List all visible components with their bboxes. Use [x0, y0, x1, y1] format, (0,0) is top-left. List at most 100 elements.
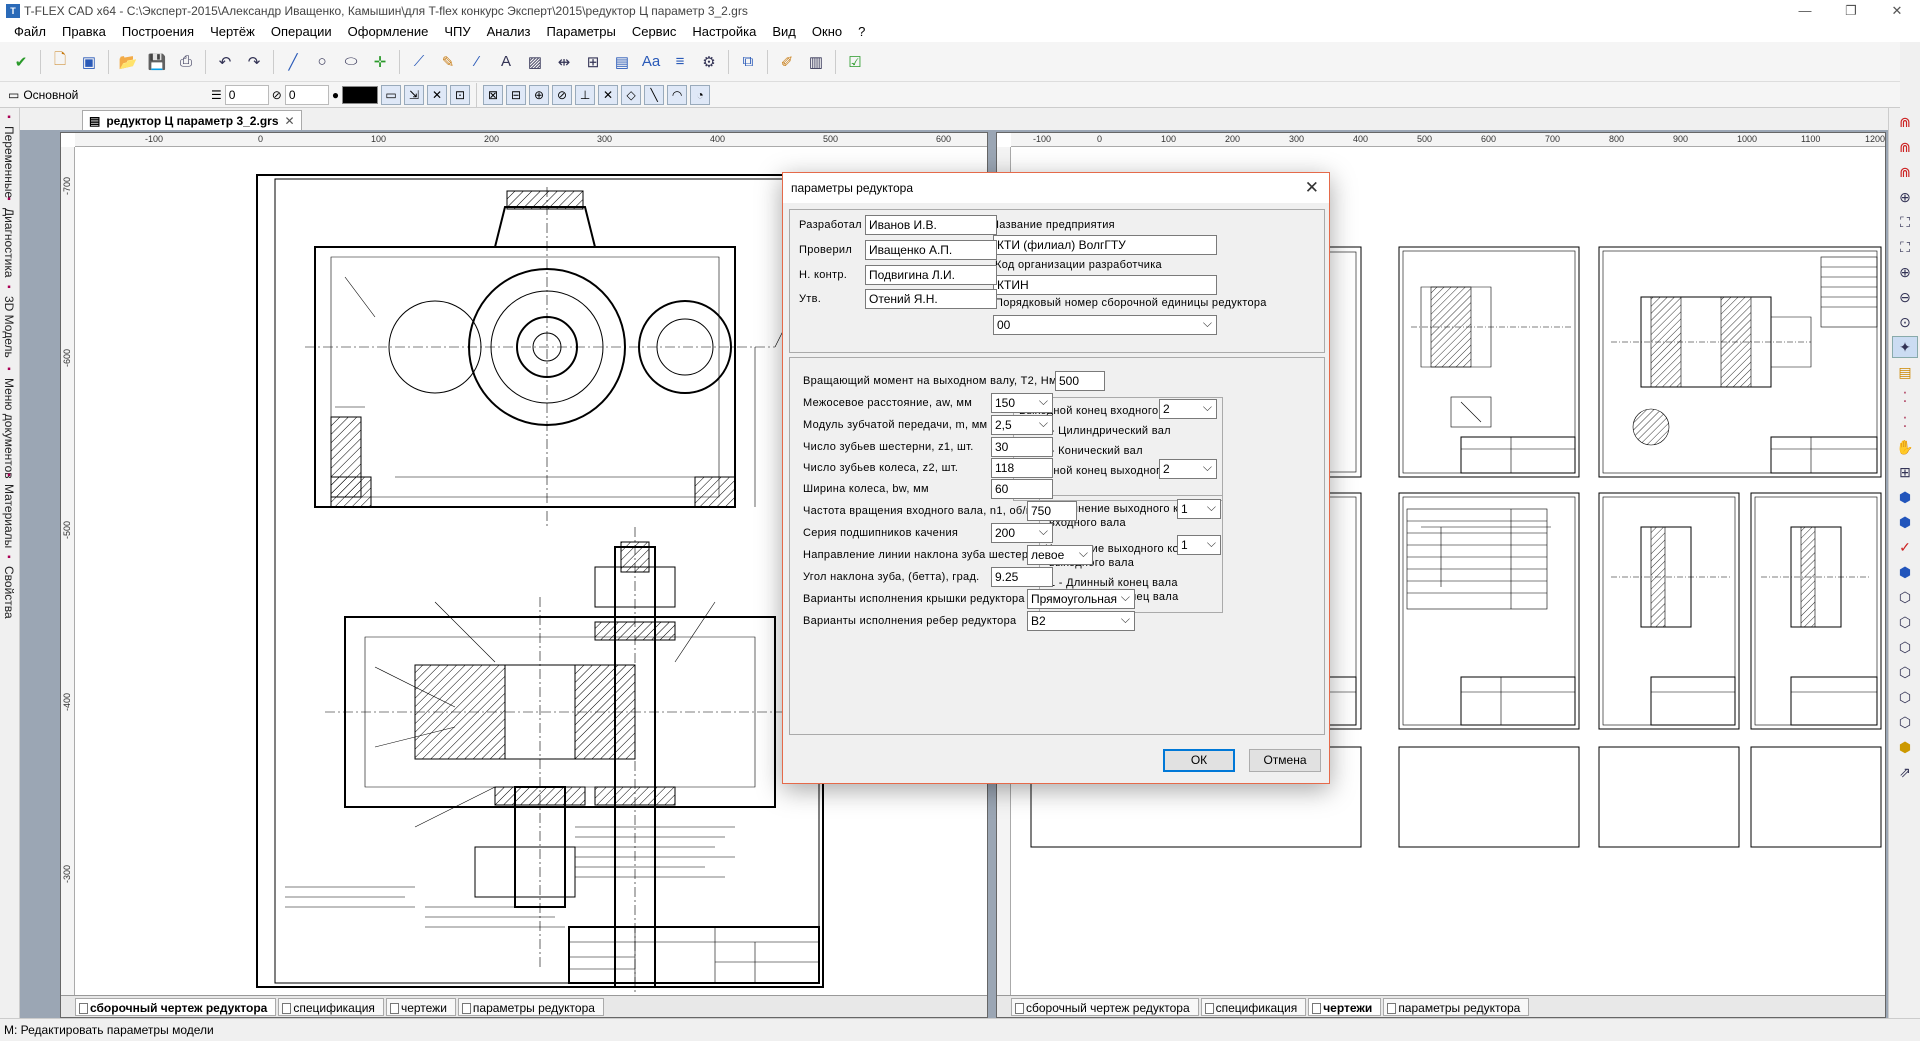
- menu-item[interactable]: Параметры: [539, 22, 624, 42]
- zoom-out-icon[interactable]: ⊖: [1892, 286, 1918, 308]
- grid-icon[interactable]: ⊞: [1892, 461, 1918, 483]
- view-icon[interactable]: ▭: [381, 84, 402, 105]
- magnet-icon[interactable]: ⋒: [1892, 111, 1918, 133]
- fit-icon[interactable]: ⊞: [580, 49, 606, 75]
- text-icon[interactable]: A: [493, 49, 519, 75]
- color-palette-icon[interactable]: ●: [332, 88, 339, 102]
- zoom-prev-icon[interactable]: ⊙: [1892, 311, 1918, 333]
- page-tab[interactable]: параметры редуктора: [457, 997, 604, 1016]
- dots-icon[interactable]: ⁚: [1892, 386, 1918, 408]
- dimension-icon[interactable]: ⇹: [551, 49, 577, 75]
- menu-item[interactable]: ?: [850, 22, 873, 42]
- variables-icon[interactable]: ≡: [667, 49, 693, 75]
- copy-icon[interactable]: ⧉: [735, 49, 761, 75]
- menu-item[interactable]: ЧПУ: [436, 22, 478, 42]
- open-folder-icon[interactable]: 📂: [115, 49, 141, 75]
- priority-field[interactable]: 0: [284, 84, 329, 105]
- check-icon[interactable]: ✓: [1892, 536, 1918, 558]
- snap-tangent-icon[interactable]: ⊘: [552, 84, 573, 105]
- hatch-icon[interactable]: ▨: [522, 49, 548, 75]
- cancel-button[interactable]: Отмена: [1249, 749, 1321, 772]
- snap-perp-icon[interactable]: ⊥: [575, 84, 596, 105]
- magnet-alt-icon[interactable]: ⋒: [1892, 161, 1918, 183]
- menu-item[interactable]: Вид: [764, 22, 804, 42]
- menu-item[interactable]: Построения: [114, 22, 202, 42]
- side-tab[interactable]: ▪ Меню документов: [2, 364, 16, 479]
- snap-intersect-icon[interactable]: ✕: [598, 84, 619, 105]
- input-shaft-end-select[interactable]: 2: [1159, 398, 1217, 419]
- parameter-field[interactable]: 750: [1027, 501, 1077, 521]
- parameter-field[interactable]: 118: [991, 458, 1053, 478]
- page-tab[interactable]: спецификация: [1200, 997, 1307, 1016]
- open-3d-icon[interactable]: ▣: [76, 49, 102, 75]
- snap-grid-icon[interactable]: ⊡: [450, 84, 471, 105]
- zoom-in-icon[interactable]: ⊕: [1892, 261, 1918, 283]
- close-icon[interactable]: ✕: [1305, 178, 1319, 198]
- org-code-field[interactable]: КТИН: [993, 275, 1217, 295]
- side-tab[interactable]: ▪ 3D Модель: [2, 282, 16, 358]
- signature-field[interactable]: Отений Я.Н.: [865, 289, 997, 309]
- menu-item[interactable]: Сервис: [624, 22, 685, 42]
- output-shaft-end-select[interactable]: 2: [1159, 458, 1217, 479]
- signature-field[interactable]: Иванов И.В.: [865, 215, 997, 235]
- view-iso-icon[interactable]: ⬡: [1892, 711, 1918, 733]
- export-icon[interactable]: ⇗: [1892, 761, 1918, 783]
- snap-icon[interactable]: ✕: [427, 84, 448, 105]
- table-icon[interactable]: ▤: [609, 49, 635, 75]
- output-shaft-exec-select[interactable]: 1: [1177, 534, 1221, 555]
- ellipse-icon[interactable]: ⬭: [338, 49, 364, 75]
- settings-icon[interactable]: ⚙: [696, 49, 722, 75]
- parameter-field[interactable]: 30: [991, 437, 1053, 457]
- close-tab-icon[interactable]: ✕: [285, 114, 295, 128]
- pan-icon[interactable]: ✋: [1892, 436, 1918, 458]
- snap-quadrant-icon[interactable]: ◔: [690, 84, 711, 105]
- menu-item[interactable]: Настройка: [684, 22, 764, 42]
- close-window-button[interactable]: ✕: [1874, 0, 1920, 22]
- document-tab[interactable]: ▤ редуктор Ц параметр 3_2.grs ✕: [82, 110, 302, 130]
- text-format-icon[interactable]: Aa: [638, 49, 664, 75]
- save-icon[interactable]: 💾: [144, 49, 170, 75]
- print-icon[interactable]: ⎙: [173, 49, 199, 75]
- page-tab[interactable]: сборочный чертеж редуктора: [1011, 997, 1199, 1016]
- pencil-icon[interactable]: ✎: [435, 49, 461, 75]
- page-tab[interactable]: сборочный чертеж редуктора: [75, 997, 277, 1016]
- snap-line-icon[interactable]: ╲: [644, 84, 665, 105]
- parameter-select[interactable]: B2: [1027, 610, 1135, 631]
- ok-button[interactable]: ОК: [1163, 749, 1235, 772]
- view-left-icon[interactable]: ⬡: [1892, 636, 1918, 658]
- menu-item[interactable]: Оформление: [340, 22, 437, 42]
- parameter-select[interactable]: 150: [991, 392, 1053, 413]
- snap-mid-icon[interactable]: ⊟: [506, 84, 527, 105]
- select-mode-icon[interactable]: ✦: [1892, 336, 1918, 358]
- menu-item[interactable]: Окно: [804, 22, 850, 42]
- parameter-select[interactable]: левое: [1027, 544, 1093, 565]
- view-back-icon[interactable]: ⬡: [1892, 686, 1918, 708]
- parameter-field[interactable]: 60: [991, 479, 1053, 499]
- sketch-icon[interactable]: ⟋: [406, 49, 432, 75]
- line-icon[interactable]: ╱: [280, 49, 306, 75]
- parameter-field[interactable]: 500: [1055, 371, 1105, 391]
- page-tab[interactable]: спецификация: [278, 997, 384, 1016]
- zoom-window-icon[interactable]: ⛶: [1892, 211, 1918, 233]
- side-tab[interactable]: ▪ Переменные: [2, 112, 16, 198]
- signature-field[interactable]: Иващенко А.П.: [865, 240, 997, 260]
- view-right-icon[interactable]: ⬡: [1892, 661, 1918, 683]
- parameter-field[interactable]: 9.25: [991, 567, 1053, 587]
- parameter-select[interactable]: Прямоугольная: [1027, 588, 1135, 609]
- confirm-icon[interactable]: ✔: [8, 49, 34, 75]
- page-tab[interactable]: чертежи: [1308, 997, 1382, 1016]
- undo-icon[interactable]: ↶: [212, 49, 238, 75]
- page-tab[interactable]: чертежи: [385, 997, 456, 1016]
- redo-icon[interactable]: ↷: [241, 49, 267, 75]
- snap-center-icon[interactable]: ⊕: [529, 84, 550, 105]
- view-front-icon[interactable]: ⬡: [1892, 586, 1918, 608]
- input-shaft-exec-select[interactable]: 1: [1177, 498, 1221, 519]
- node-icon[interactable]: ✛: [367, 49, 393, 75]
- snap-node-icon[interactable]: ◇: [621, 84, 642, 105]
- graphic-line-icon[interactable]: ⁄: [464, 49, 490, 75]
- menu-item[interactable]: Чертёж: [202, 22, 263, 42]
- side-tab[interactable]: ▪ Диагностика: [2, 194, 16, 278]
- snap-magnet-icon[interactable]: ⋒: [1892, 136, 1918, 158]
- cube-blue-icon[interactable]: ⬢: [1892, 561, 1918, 583]
- parameter-select[interactable]: 2,5: [991, 414, 1053, 435]
